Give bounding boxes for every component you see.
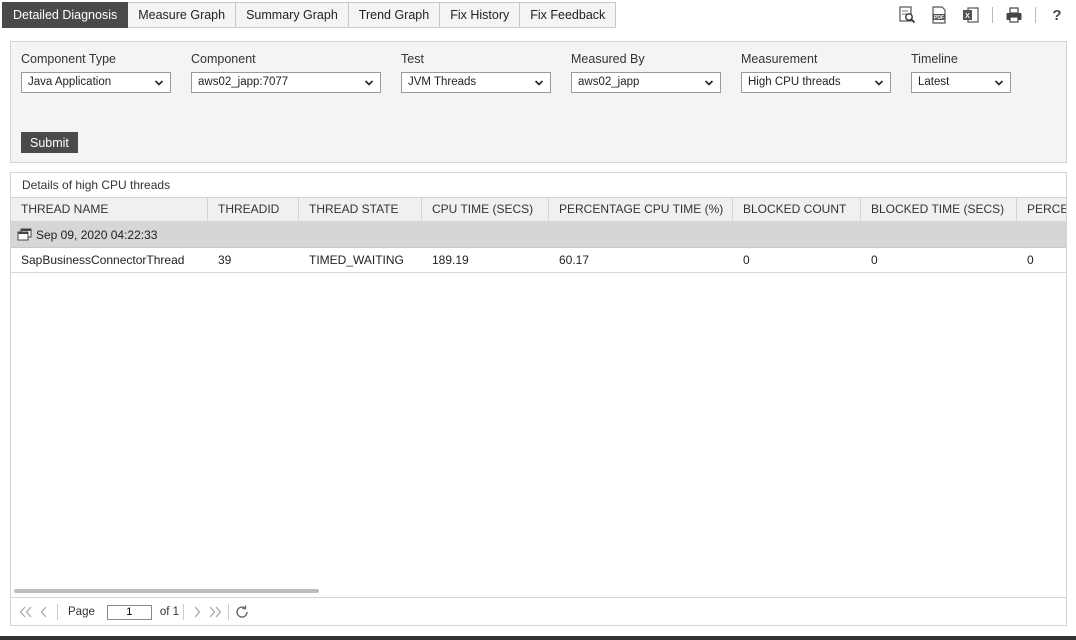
column-header-thread-state[interactable]: THREAD STATE: [299, 198, 422, 221]
measured-by-label: Measured By: [571, 52, 645, 66]
tab-bar: Detailed Diagnosis Measure Graph Summary…: [0, 0, 1076, 30]
cell-percentage: 0: [1027, 253, 1034, 267]
measurement-select[interactable]: High CPU threads: [741, 72, 891, 93]
toolbar: PDF X ?: [896, 4, 1068, 26]
component-type-field: Component Type Java Application: [21, 52, 171, 93]
refresh-icon[interactable]: [233, 603, 251, 621]
table-row[interactable]: SapBusinessConnectorThread 39 TIMED_WAIT…: [11, 248, 1066, 273]
chevron-down-icon: [874, 80, 884, 86]
pager: Page of 1: [11, 597, 1066, 625]
print-icon[interactable]: [1003, 5, 1025, 25]
next-page-icon[interactable]: [188, 603, 206, 621]
svg-text:PDF: PDF: [934, 15, 944, 21]
filter-panel: Component Type Java Application Componen…: [10, 41, 1067, 163]
pager-divider: [57, 604, 58, 620]
measured-by-field: Measured By aws02_japp: [571, 52, 721, 93]
component-type-select[interactable]: Java Application: [21, 72, 171, 93]
tabs: Detailed Diagnosis Measure Graph Summary…: [2, 2, 617, 28]
toolbar-divider: [1035, 7, 1036, 23]
tab-fix-feedback[interactable]: Fix Feedback: [520, 2, 617, 28]
cell-thread-state: TIMED_WAITING: [309, 253, 404, 267]
group-row[interactable]: Sep 09, 2020 04:22:33: [11, 222, 1066, 248]
toolbar-divider: [992, 7, 993, 23]
cell-thread-name: SapBusinessConnectorThread: [21, 253, 185, 267]
measurement-label: Measurement: [741, 52, 818, 66]
pager-divider: [228, 604, 230, 620]
timeline-select[interactable]: Latest: [911, 72, 1011, 93]
results-title: Details of high CPU threads: [22, 178, 171, 192]
test-select[interactable]: JVM Threads: [401, 72, 551, 93]
component-label: Component: [191, 52, 256, 66]
column-header-blocked-count[interactable]: BLOCKED COUNT: [733, 198, 861, 221]
help-icon[interactable]: ?: [1046, 5, 1068, 25]
submit-button[interactable]: Submit: [21, 132, 78, 153]
excel-icon[interactable]: X: [960, 5, 982, 25]
cell-blocked-time: 0: [871, 253, 878, 267]
measurement-field: Measurement High CPU threads: [741, 52, 891, 93]
last-page-icon[interactable]: [206, 603, 224, 621]
timeline-field: Timeline Latest: [911, 52, 1011, 93]
component-type-label: Component Type: [21, 52, 116, 66]
pager-divider: [183, 604, 185, 620]
measured-by-value: aws02_japp: [578, 76, 640, 88]
chevron-down-icon: [704, 80, 714, 86]
tab-trend-graph[interactable]: Trend Graph: [348, 2, 441, 28]
column-header-percentage[interactable]: PERCEN: [1017, 198, 1066, 221]
component-field: Component aws02_japp:7077: [191, 52, 381, 93]
column-header-cpu-time[interactable]: CPU TIME (SECS): [422, 198, 549, 221]
column-header-blocked-time[interactable]: BLOCKED TIME (SECS): [861, 198, 1017, 221]
pdf-icon[interactable]: PDF: [928, 5, 950, 25]
previous-page-icon[interactable]: [35, 603, 53, 621]
group-row-label: Sep 09, 2020 04:22:33: [36, 227, 158, 242]
cell-threadid: 39: [218, 253, 232, 267]
page-count-label: of 1: [159, 606, 180, 618]
first-page-icon[interactable]: [17, 603, 35, 621]
tab-summary-graph[interactable]: Summary Graph: [236, 2, 349, 28]
chevron-down-icon: [364, 80, 374, 86]
column-header-percentage-cpu-time[interactable]: PERCENTAGE CPU TIME (%): [549, 198, 733, 221]
measurement-value: High CPU threads: [748, 76, 841, 88]
tab-fix-history[interactable]: Fix History: [440, 2, 521, 28]
cell-cpu-time: 189.19: [432, 253, 469, 267]
search-report-icon[interactable]: [896, 5, 918, 25]
component-value: aws02_japp:7077: [198, 76, 289, 88]
test-label: Test: [401, 52, 424, 66]
component-select[interactable]: aws02_japp:7077: [191, 72, 381, 93]
window-group-icon: [17, 228, 32, 241]
bottom-bar: [0, 636, 1076, 640]
tab-detailed-diagnosis[interactable]: Detailed Diagnosis: [2, 2, 129, 28]
timeline-label: Timeline: [911, 52, 958, 66]
column-header-thread-name[interactable]: THREAD NAME: [11, 198, 208, 221]
svg-text:X: X: [965, 13, 970, 20]
tab-measure-graph[interactable]: Measure Graph: [128, 2, 237, 28]
chevron-down-icon: [534, 80, 544, 86]
chevron-down-icon: [154, 80, 164, 86]
table-header: THREAD NAME THREADID THREAD STATE CPU TI…: [11, 197, 1066, 222]
column-header-threadid[interactable]: THREADID: [208, 198, 299, 221]
measured-by-select[interactable]: aws02_japp: [571, 72, 721, 93]
results-grid: THREAD NAME THREADID THREAD STATE CPU TI…: [11, 197, 1066, 273]
test-value: JVM Threads: [408, 76, 477, 88]
cell-blocked-count: 0: [743, 253, 750, 267]
cell-percentage-cpu-time: 60.17: [559, 253, 590, 267]
page-label: Page: [68, 606, 95, 618]
timeline-value: Latest: [918, 76, 950, 88]
page-number-input[interactable]: [106, 604, 152, 620]
test-field: Test JVM Threads: [401, 52, 551, 93]
horizontal-scrollbar[interactable]: [14, 589, 319, 593]
results-panel: Details of high CPU threads THREAD NAME …: [10, 172, 1067, 626]
chevron-down-icon: [994, 80, 1004, 86]
component-type-value: Java Application: [28, 76, 112, 88]
